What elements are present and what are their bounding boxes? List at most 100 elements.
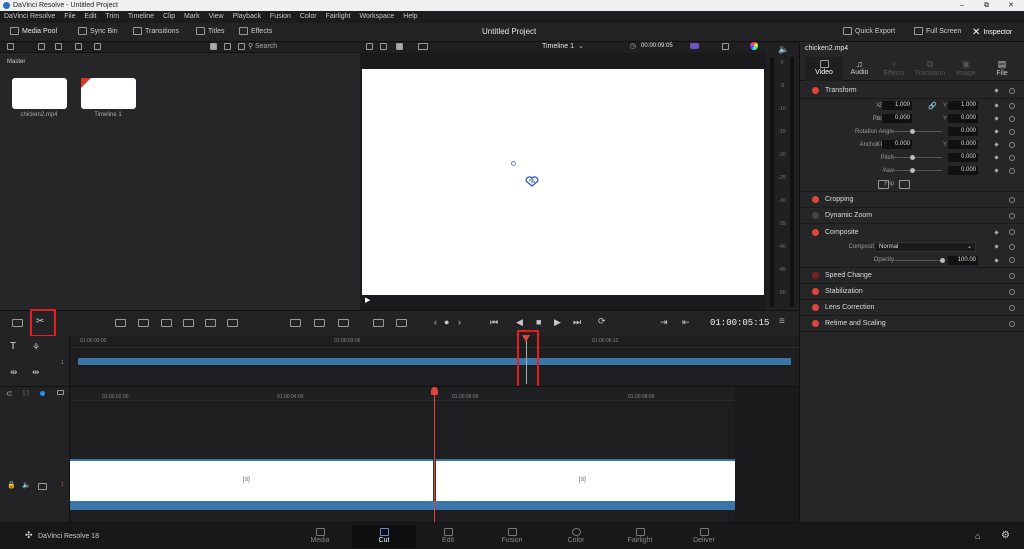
reset-icon[interactable] (1009, 304, 1015, 311)
menu-fairlight[interactable]: Fairlight (326, 13, 351, 20)
safe-area-icon[interactable] (380, 43, 387, 50)
lower-playhead[interactable] (434, 387, 435, 523)
yaw-field[interactable]: 0.000 (948, 166, 978, 175)
viewer-mode-icon[interactable] (366, 43, 373, 50)
reset-icon[interactable] (1009, 167, 1015, 174)
enable-toggle[interactable] (812, 304, 819, 311)
section-transform[interactable]: Transform (800, 83, 1024, 99)
inspector-button[interactable]: ✕ Inspector (972, 27, 1012, 38)
transitions-button[interactable]: Transitions (133, 27, 179, 35)
append-icon[interactable] (115, 319, 126, 327)
prev-edit-icon[interactable]: ⇤ (682, 317, 690, 328)
zoom-out-icon[interactable]: ⇹ (32, 367, 40, 378)
full-screen-button[interactable]: Full Screen (914, 27, 961, 35)
reset-icon[interactable] (1009, 154, 1015, 161)
enable-toggle[interactable] (812, 87, 819, 94)
yaw-slider[interactable] (882, 168, 942, 173)
home-icon[interactable]: ⌂ (975, 531, 980, 541)
page-edit[interactable]: Edit (416, 525, 480, 548)
flip-horizontal-icon[interactable] (878, 179, 889, 189)
menu-clip[interactable]: Clip (163, 13, 175, 20)
new-bin-icon[interactable] (38, 43, 45, 50)
audio-tool-icon[interactable]: ⚘ (32, 342, 40, 353)
smart-insert-icon[interactable] (12, 319, 23, 327)
rotation-field[interactable]: 0.000 (948, 127, 978, 136)
aspect-icon[interactable] (418, 43, 428, 50)
reset-icon[interactable] (1009, 272, 1015, 279)
snap-icon[interactable]: ⊂ (6, 389, 13, 398)
go-to-start-icon[interactable]: ⏮ (490, 317, 498, 328)
text-tool-icon[interactable]: T (10, 341, 16, 352)
enable-toggle[interactable] (812, 288, 819, 295)
fullscreen-viewer-icon[interactable] (373, 319, 384, 327)
menu-icon[interactable]: ≡ (779, 316, 785, 327)
zoom-in-icon[interactable]: ⇹ (10, 367, 18, 378)
tab-file[interactable]: ▤ File (984, 57, 1020, 77)
menu-fusion[interactable]: Fusion (270, 13, 291, 20)
slider-knob[interactable] (910, 155, 915, 160)
marker-dot-icon[interactable]: ● (444, 317, 449, 327)
reset-icon[interactable] (1009, 243, 1015, 250)
pitch-field[interactable]: 0.000 (948, 153, 978, 162)
reset-icon[interactable] (1009, 288, 1015, 295)
play-icon[interactable]: ▶ (554, 317, 561, 328)
section-lens-correction[interactable]: Lens Correction (800, 300, 1024, 316)
monitor-track-icon[interactable] (38, 483, 47, 490)
sync-clip-icon[interactable] (338, 319, 349, 327)
lower-ruler[interactable]: 01:00:02:00 01:00:04:00 01:00:06:00 01:0… (72, 387, 735, 401)
zoom-y-field[interactable]: 1.000 (948, 101, 978, 110)
section-composite[interactable]: Composite (800, 224, 1024, 240)
menu-file[interactable]: File (64, 13, 75, 20)
anchor-y-field[interactable]: 0.000 (948, 140, 978, 149)
replace-icon[interactable] (227, 319, 238, 327)
opacity-field[interactable]: 100.00 (948, 255, 978, 265)
trim-settings-icon[interactable] (396, 319, 407, 327)
color-picker-icon[interactable] (750, 42, 758, 50)
reset-icon[interactable] (1009, 128, 1015, 135)
keyframe-icon[interactable] (994, 257, 999, 263)
trim-editor-icon[interactable] (314, 319, 325, 327)
timeline-selector[interactable]: Timeline 1 (542, 43, 574, 50)
ripple-overwrite-icon[interactable] (138, 319, 149, 327)
menu-edit[interactable]: Edit (84, 13, 96, 20)
anchor-x-field[interactable]: 0.000 (882, 140, 912, 149)
play-overlay-icon[interactable]: ▶ (365, 296, 370, 304)
menu-color[interactable]: Color (300, 13, 317, 20)
quick-export-button[interactable]: Quick Export (843, 27, 895, 35)
menu-mark[interactable]: Mark (184, 13, 200, 20)
audio-monitor-icon[interactable] (690, 43, 699, 49)
thumb-view-icon[interactable] (224, 43, 231, 50)
gear-icon[interactable]: ⚙ (1001, 530, 1010, 541)
menu-workspace[interactable]: Workspace (359, 13, 394, 20)
menu-davinci[interactable]: DaVinci Resolve (4, 13, 55, 20)
tab-image[interactable]: ▣ Image (948, 57, 984, 77)
enable-toggle[interactable] (812, 228, 819, 236)
reset-icon[interactable] (1009, 196, 1015, 203)
keyframe-icon[interactable] (994, 168, 999, 173)
section-speed-change[interactable]: Speed Change (800, 268, 1024, 284)
page-deliver[interactable]: Deliver (672, 525, 736, 548)
keyframe-icon[interactable] (994, 103, 999, 108)
keyframe-icon[interactable] (994, 88, 999, 93)
video-clip[interactable]: [≡] [≡] (70, 459, 735, 501)
reset-icon[interactable] (1009, 102, 1015, 109)
minimize-button[interactable]: – (960, 0, 964, 11)
menu-playback[interactable]: Playback (233, 13, 261, 20)
section-retime-scaling[interactable]: Retime and Scaling (800, 316, 1024, 332)
enable-toggle[interactable] (812, 212, 819, 219)
reset-icon[interactable] (1009, 257, 1015, 263)
position-x-field[interactable]: 0.000 (882, 114, 912, 123)
enable-toggle[interactable] (812, 320, 819, 327)
reset-icon[interactable] (1009, 212, 1015, 219)
slider-knob[interactable] (910, 168, 915, 173)
link-icon[interactable] (94, 43, 101, 50)
fast-forward-icon[interactable]: ⏭ (573, 317, 581, 328)
reset-icon[interactable] (1009, 87, 1015, 94)
viewer-frame[interactable] (362, 69, 764, 295)
keyframe-icon[interactable] (994, 116, 999, 121)
slider-knob[interactable] (940, 257, 945, 263)
prev-marker-icon[interactable]: ‹ (434, 317, 437, 327)
import-icon[interactable] (55, 43, 62, 50)
section-cropping[interactable]: Cropping (800, 192, 1024, 208)
bin-label[interactable]: Master (7, 59, 25, 65)
